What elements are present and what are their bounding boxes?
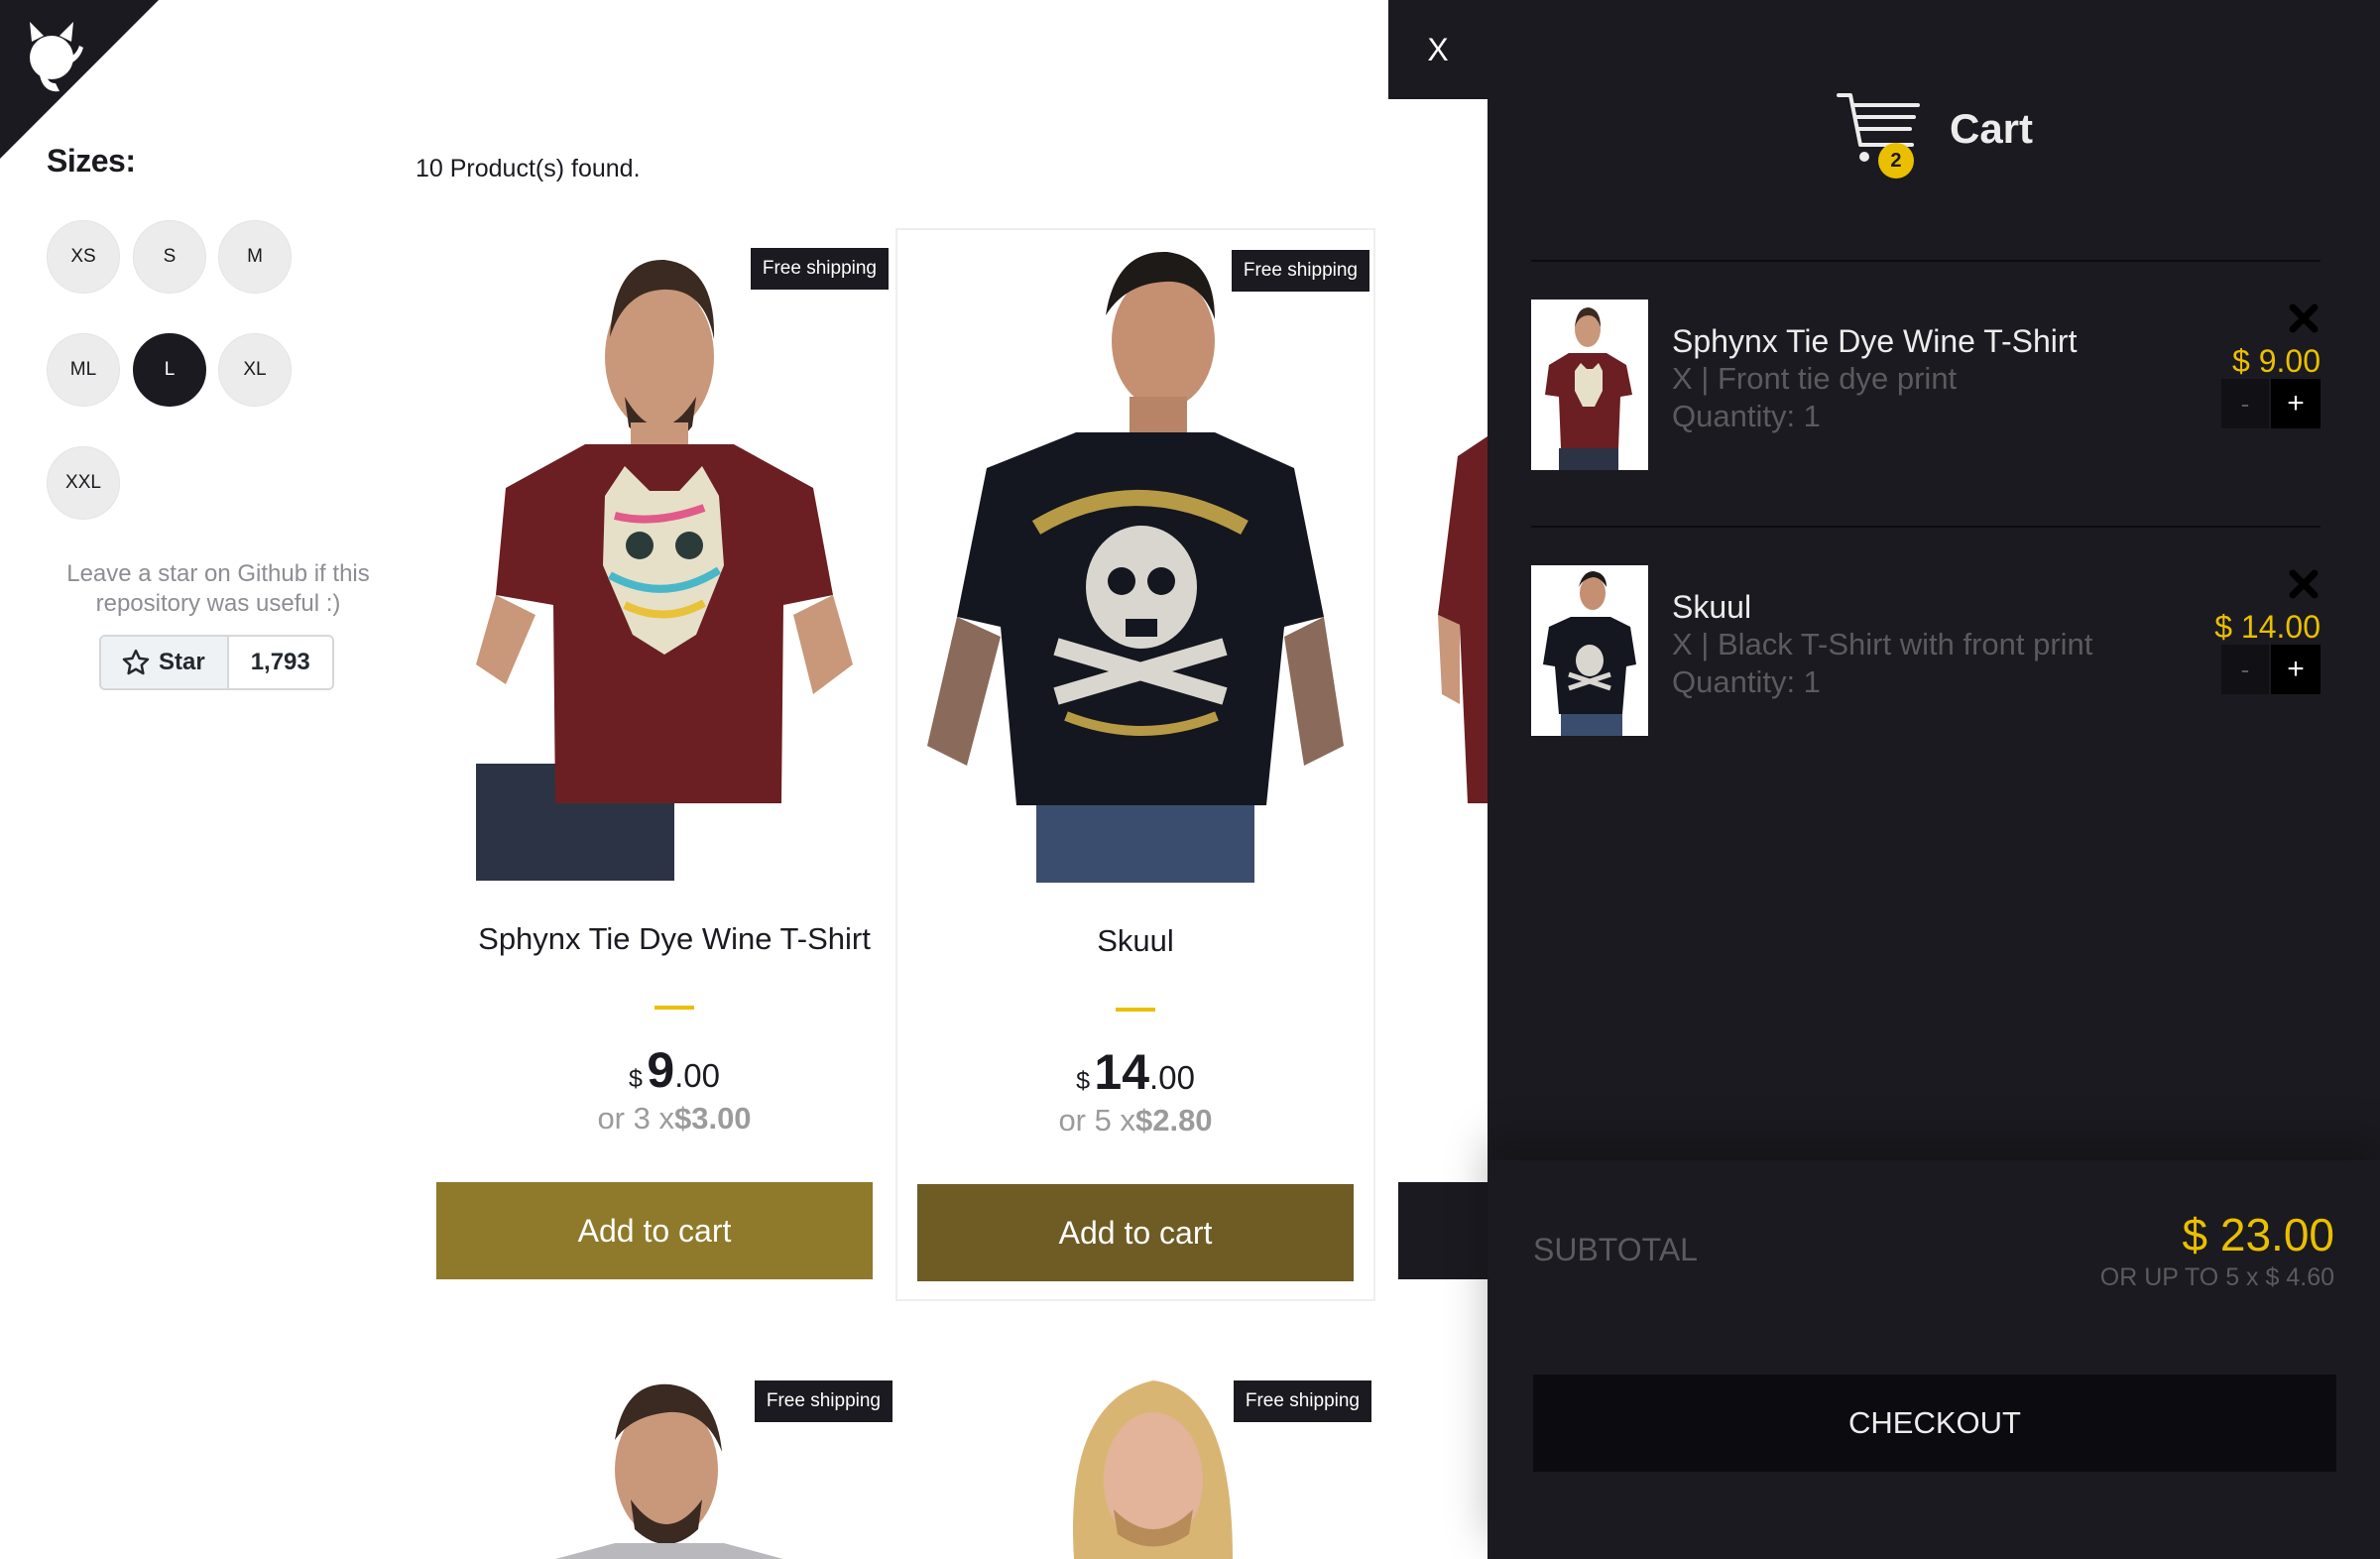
price-cents: .00	[674, 1057, 721, 1094]
price-integer: 9	[647, 1042, 675, 1098]
cart-item-description: X | Black T-Shirt with front print	[1672, 627, 2093, 661]
github-star-label: Star	[159, 649, 205, 675]
size-option-xs[interactable]: XS	[47, 220, 120, 294]
github-corner-link[interactable]	[0, 0, 159, 159]
cart-item: Skuul X | Black T-Shirt with front print…	[1531, 526, 2320, 791]
decrease-quantity-button[interactable]: -	[2221, 645, 2269, 694]
product-price: $ 14.00	[897, 1043, 1373, 1101]
cart-item-title: Sphynx Tie Dye Wine T-Shirt	[1672, 323, 2078, 359]
github-star-count[interactable]: 1,793	[228, 637, 332, 688]
cart-item-divider	[1531, 260, 2320, 262]
installments-prefix: or 5 x	[1058, 1103, 1135, 1138]
product-installments: or 3 x$3.00	[436, 1101, 912, 1137]
add-to-cart-button[interactable]: Add to cart	[436, 1182, 873, 1279]
cart-title: Cart	[1949, 105, 2034, 152]
size-option-m[interactable]: M	[218, 220, 292, 294]
add-to-cart-button[interactable]: Add to cart	[917, 1184, 1354, 1281]
installment-value: $3.00	[673, 1101, 752, 1136]
cart-item-quantity: Quantity: 1	[1672, 664, 1821, 699]
free-shipping-badge: Free shipping	[1233, 1380, 1371, 1422]
subtotal-label: SUBTOTAL	[1533, 1232, 1698, 1267]
cart-item: Sphynx Tie Dye Wine T-Shirt X | Front ti…	[1531, 260, 2320, 526]
product-title: Sphynx Tie Dye Wine T-Shirt	[478, 921, 871, 956]
star-icon	[122, 649, 150, 675]
product-image: Free shipping	[917, 230, 1393, 883]
github-star-note: Leave a star on Github if this repositor…	[66, 560, 370, 617]
sizes-title: Sizes:	[47, 143, 136, 179]
cart-count-badge: 2	[1877, 143, 1914, 179]
installments-prefix: or 3 x	[597, 1101, 674, 1136]
add-to-cart-button[interactable]	[1398, 1182, 1488, 1279]
cart-footer: SUBTOTAL $ 23.00 OR UP TO 5 x $ 4.60 CHE…	[1488, 1160, 2380, 1559]
product-card[interactable]: Free shipping Skuul $ 14.00 or 5 x$2.80 …	[895, 228, 1375, 1301]
title-underline	[654, 1006, 694, 1010]
product-image	[1438, 436, 1488, 803]
size-option-ml[interactable]: ML	[47, 333, 120, 407]
size-option-xxl[interactable]: XXL	[47, 446, 120, 520]
product-installments: or 5 x$2.80	[897, 1103, 1373, 1139]
github-star-part[interactable]: Star	[101, 637, 229, 688]
free-shipping-badge: Free shipping	[1231, 250, 1369, 292]
cart-item-title: Skuul	[1672, 589, 1752, 625]
cart-item-price: $ 14.00	[2214, 609, 2320, 645]
cart-icon-wrap: 2	[1835, 89, 1924, 179]
cart-item-thumbnail	[1531, 565, 1648, 736]
cart-item-thumbnail	[1531, 300, 1648, 470]
price-integer: 14	[1094, 1044, 1150, 1100]
product-card-partial[interactable]	[1398, 228, 1488, 1301]
subtotal-installments: OR UP TO 5 x $ 4.60	[2099, 1263, 2334, 1291]
product-card[interactable]: Free shipping Sphynx Tie Dye Wine T-Shir…	[436, 228, 916, 1301]
cart-item-price: $ 9.00	[2232, 343, 2320, 379]
decrease-quantity-button[interactable]: -	[2221, 379, 2269, 428]
product-title: Skuul	[1097, 923, 1174, 958]
product-card[interactable]: Free shipping	[436, 1361, 916, 1559]
increase-quantity-button[interactable]: +	[2271, 379, 2320, 428]
products-found-text: 10 Product(s) found.	[416, 155, 641, 182]
cart-item-quantity: Quantity: 1	[1672, 399, 1821, 433]
title-underline	[1116, 1008, 1155, 1012]
price-currency: $	[1076, 1067, 1090, 1095]
size-option-s[interactable]: S	[133, 220, 206, 294]
product-price: $ 9.00	[436, 1041, 912, 1099]
cart-header: 2 Cart	[1488, 89, 2380, 179]
free-shipping-badge: Free shipping	[754, 1380, 892, 1422]
cart-item-divider	[1531, 526, 2320, 528]
cart-panel: 2 Cart Sphynx Tie Dye Wine T-Shirt X | F…	[1488, 0, 2380, 1559]
installment-value: $2.80	[1134, 1103, 1213, 1138]
github-star-button[interactable]: Star 1,793	[99, 635, 334, 690]
cart-close-button[interactable]: X	[1388, 0, 1488, 99]
product-image: Free shipping	[436, 228, 912, 881]
remove-item-icon[interactable]	[2287, 567, 2320, 601]
price-currency: $	[628, 1065, 643, 1093]
checkout-button[interactable]: CHECKOUT	[1533, 1375, 2336, 1472]
free-shipping-badge: Free shipping	[750, 248, 889, 290]
product-card[interactable]: Free shipping	[915, 1361, 1395, 1559]
remove-item-icon[interactable]	[2287, 301, 2320, 335]
price-cents: .00	[1149, 1059, 1195, 1096]
increase-quantity-button[interactable]: +	[2271, 645, 2320, 694]
cart-item-description: X | Front tie dye print	[1672, 361, 1958, 396]
subtotal-value: $ 23.00	[2182, 1209, 2334, 1260]
size-option-xl[interactable]: XL	[218, 333, 292, 407]
size-option-l[interactable]: L	[133, 333, 206, 407]
